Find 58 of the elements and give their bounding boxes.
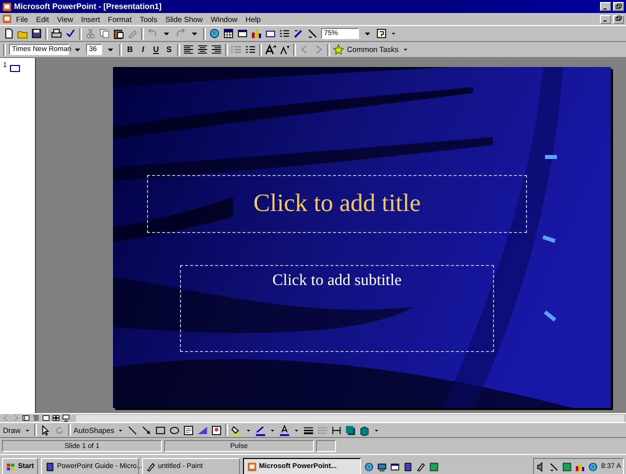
scrollbar[interactable] xyxy=(76,414,624,422)
caret-icon[interactable] xyxy=(402,46,409,53)
slide-icon[interactable] xyxy=(265,28,276,39)
projector-icon[interactable] xyxy=(62,414,70,422)
window-icon[interactable] xyxy=(237,28,248,39)
normal-view-icon[interactable] xyxy=(22,414,30,422)
sorter-view-icon[interactable] xyxy=(52,414,60,422)
title-placeholder[interactable]: Click to add title xyxy=(147,175,527,233)
pointer-icon[interactable] xyxy=(40,424,51,436)
subtitle-placeholder[interactable]: Click to add subtitle xyxy=(180,265,494,352)
shrink-font-icon[interactable] xyxy=(279,44,290,55)
align-center-icon[interactable] xyxy=(197,44,208,55)
slide-thumbnail-icon[interactable] xyxy=(8,62,21,74)
pen-color-icon[interactable] xyxy=(293,28,304,39)
align-left-icon[interactable] xyxy=(183,44,194,55)
bullets-icon[interactable] xyxy=(279,28,290,39)
document-icon[interactable] xyxy=(44,462,55,472)
paste-icon[interactable] xyxy=(113,28,124,39)
globe-icon[interactable] xyxy=(364,462,374,472)
star-icon[interactable] xyxy=(333,44,344,55)
shadow-icon[interactable] xyxy=(345,424,356,436)
italic-button[interactable]: I xyxy=(138,44,148,55)
pen-icon[interactable] xyxy=(549,462,560,472)
save-icon[interactable] xyxy=(31,28,42,39)
line-icon[interactable] xyxy=(127,424,138,436)
chart-icon[interactable] xyxy=(251,28,262,39)
fill-color-icon[interactable] xyxy=(231,424,242,436)
document-icon[interactable] xyxy=(402,462,413,472)
underline-button[interactable]: U xyxy=(151,44,161,55)
bullets-icon[interactable] xyxy=(245,44,256,55)
font-color-icon[interactable] xyxy=(279,424,290,436)
new-document-icon[interactable] xyxy=(3,28,14,39)
globe-icon[interactable] xyxy=(588,462,598,472)
table-icon[interactable] xyxy=(223,28,234,39)
grow-font-icon[interactable] xyxy=(265,44,276,55)
text-box-icon[interactable] xyxy=(183,424,194,436)
clip-art-icon[interactable] xyxy=(211,424,222,436)
window-icon[interactable] xyxy=(390,462,400,472)
window-title: Microsoft PowerPoint - [Presentation1] xyxy=(14,2,163,11)
arrow-icon[interactable] xyxy=(141,424,152,436)
desktop-icon[interactable] xyxy=(376,462,387,472)
slide-view-icon[interactable] xyxy=(42,414,50,422)
status-panel xyxy=(316,440,336,452)
caret-icon[interactable] xyxy=(390,30,397,37)
windows-logo-icon[interactable] xyxy=(6,462,16,472)
rectangle-icon[interactable] xyxy=(155,424,166,436)
shadow-button[interactable]: S xyxy=(164,44,174,55)
line-color-icon[interactable] xyxy=(255,424,266,436)
chart-icon[interactable] xyxy=(575,462,586,472)
print-icon[interactable] xyxy=(51,28,62,39)
oval-icon[interactable] xyxy=(169,424,180,436)
globe-icon[interactable] xyxy=(209,28,220,39)
line-style-icon[interactable] xyxy=(303,424,314,436)
align-right-icon[interactable] xyxy=(211,44,222,55)
pen-icon[interactable] xyxy=(307,28,318,39)
bold-button[interactable]: B xyxy=(125,44,135,55)
outline-view-icon[interactable] xyxy=(32,414,40,422)
copy-icon[interactable] xyxy=(99,28,110,39)
